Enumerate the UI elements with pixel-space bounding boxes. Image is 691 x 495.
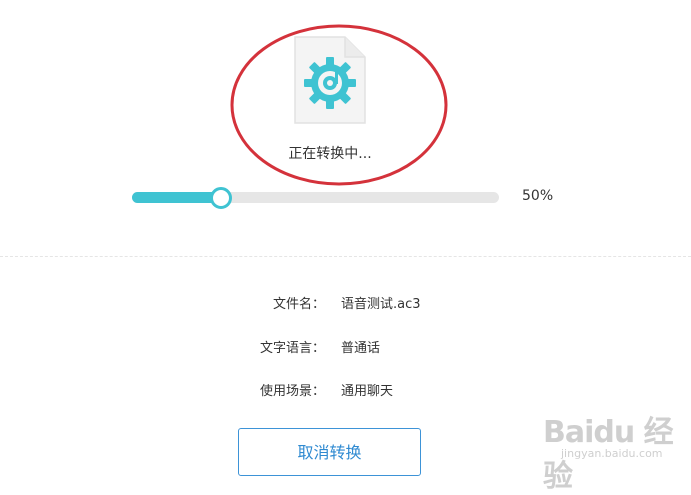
info-value: 语音测试.ac3	[341, 297, 421, 312]
baidu-watermark: Baidu 经验 jingyan.baidu.com	[543, 407, 674, 494]
info-label: 文字语言：	[259, 341, 325, 356]
progress-fill	[132, 192, 219, 203]
info-row-filename: 文件名： 语音测试.ac3	[0, 293, 691, 313]
conversion-status-text: 正在转换中...	[288, 146, 372, 162]
info-label: 使用场景：	[259, 384, 325, 399]
progress-bar	[132, 187, 499, 209]
watermark-url: jingyan.baidu.com	[561, 447, 663, 460]
progress-thumb[interactable]	[210, 187, 233, 209]
file-gear-icon	[293, 35, 369, 127]
info-value: 通用聊天	[341, 384, 394, 399]
info-row-scene: 使用场景： 通用聊天	[0, 380, 691, 400]
info-row-language: 文字语言： 普通话	[0, 337, 691, 357]
section-divider	[0, 256, 691, 257]
info-label: 文件名：	[272, 297, 325, 312]
progress-percent: 50%	[522, 188, 554, 204]
watermark-logo: Baidu 经验	[543, 415, 674, 494]
cancel-conversion-button[interactable]: 取消转换	[238, 428, 421, 476]
info-value: 普通话	[341, 341, 381, 356]
